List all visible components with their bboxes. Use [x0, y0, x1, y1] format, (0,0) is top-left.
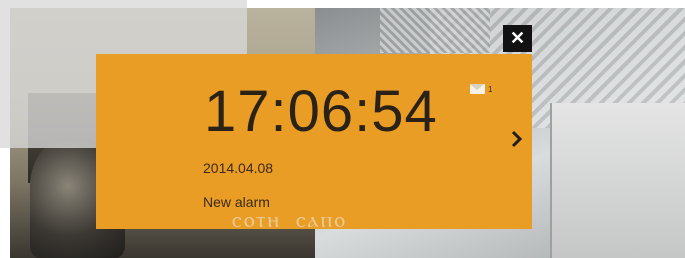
top-strip	[247, 0, 685, 8]
camera-door	[550, 103, 685, 258]
close-button[interactable]: ✕	[503, 25, 532, 52]
chevron-right-icon	[511, 130, 523, 148]
next-alarm-button[interactable]	[508, 126, 526, 152]
mail-icon	[470, 84, 485, 94]
close-icon: ✕	[509, 28, 526, 48]
alarm-time: 17:06:54	[204, 79, 438, 144]
alarm-notification[interactable]: 17:06:54 1 2014.04.08 New alarm	[96, 54, 532, 229]
camera-overlay-text: ⲥⲟⲧⲏ ⲥⲁⲡⲟ	[232, 208, 347, 233]
alarm-date: 2014.04.08	[203, 160, 274, 176]
camera-ceiling-grille	[380, 8, 490, 53]
mail-indicator: 1	[470, 84, 492, 94]
mail-count: 1	[488, 84, 493, 94]
